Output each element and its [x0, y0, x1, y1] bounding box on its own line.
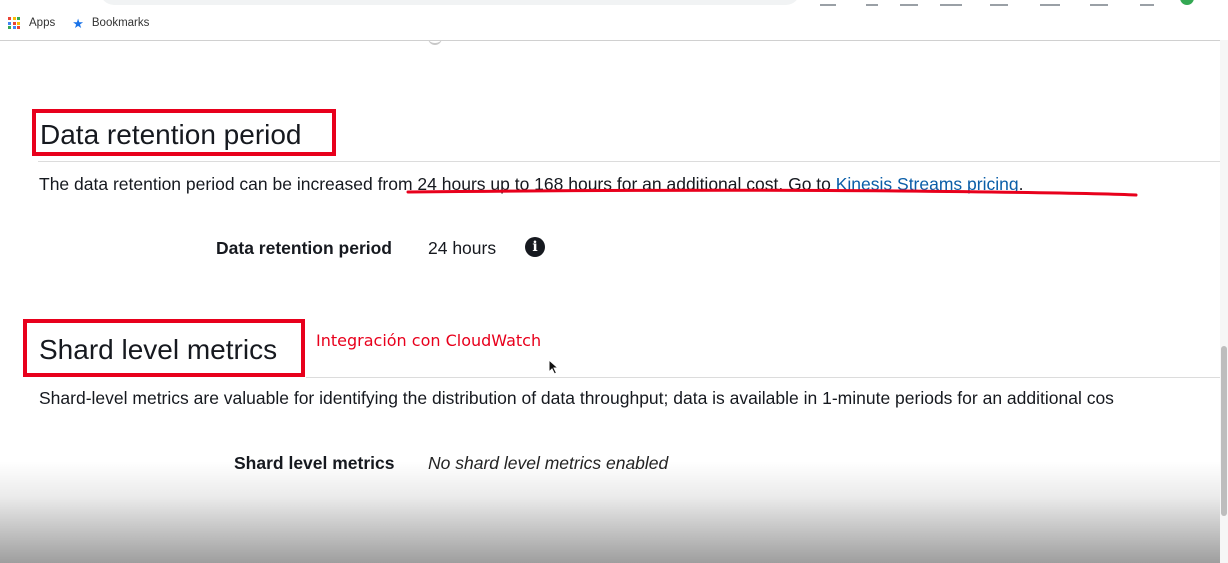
apps-icon[interactable]: [8, 17, 20, 29]
extension-icon[interactable]: [1040, 0, 1060, 6]
loading-indicator: [428, 41, 442, 45]
extension-icon[interactable]: [900, 0, 918, 6]
extension-icon[interactable]: [1140, 0, 1154, 6]
extension-icon[interactable]: [940, 0, 962, 6]
shard-field-value: No shard level metrics enabled: [428, 453, 669, 473]
video-overlay-gradient: [0, 461, 1220, 563]
extension-icon[interactable]: [1090, 0, 1108, 6]
title-highlight-box: [23, 319, 305, 377]
section-divider: [38, 161, 1220, 162]
shard-description: Shard-level metrics are valuable for ide…: [39, 388, 1114, 408]
bookmarks-bar: Apps ★ Bookmarks: [8, 14, 149, 32]
retention-field-value: 24 hours: [428, 238, 497, 258]
scrollbar-thumb[interactable]: [1221, 346, 1227, 516]
retention-field-label: Data retention period: [216, 238, 392, 258]
annotation-text: Integración con CloudWatch: [316, 331, 542, 350]
star-icon: ★: [72, 15, 84, 31]
profile-avatar[interactable]: [1180, 0, 1194, 5]
bookmarks-link[interactable]: Bookmarks: [92, 17, 150, 29]
page-content: Data retention period The data retention…: [0, 41, 1220, 563]
apps-link[interactable]: Apps: [29, 17, 55, 29]
address-bar[interactable]: [100, 0, 800, 5]
highlight-underline: [406, 188, 1138, 197]
vertical-scrollbar[interactable]: [1220, 40, 1228, 563]
mouse-cursor-icon: [548, 359, 560, 375]
extension-icon[interactable]: [820, 0, 836, 6]
browser-toolbar: Apps ★ Bookmarks: [0, 0, 1228, 41]
section-divider: [306, 377, 1220, 378]
title-highlight-box: [32, 109, 336, 156]
shard-field-label: Shard level metrics: [234, 453, 395, 473]
extension-icon[interactable]: [866, 0, 878, 6]
extension-icon[interactable]: [990, 0, 1008, 6]
info-icon[interactable]: i: [525, 237, 545, 257]
